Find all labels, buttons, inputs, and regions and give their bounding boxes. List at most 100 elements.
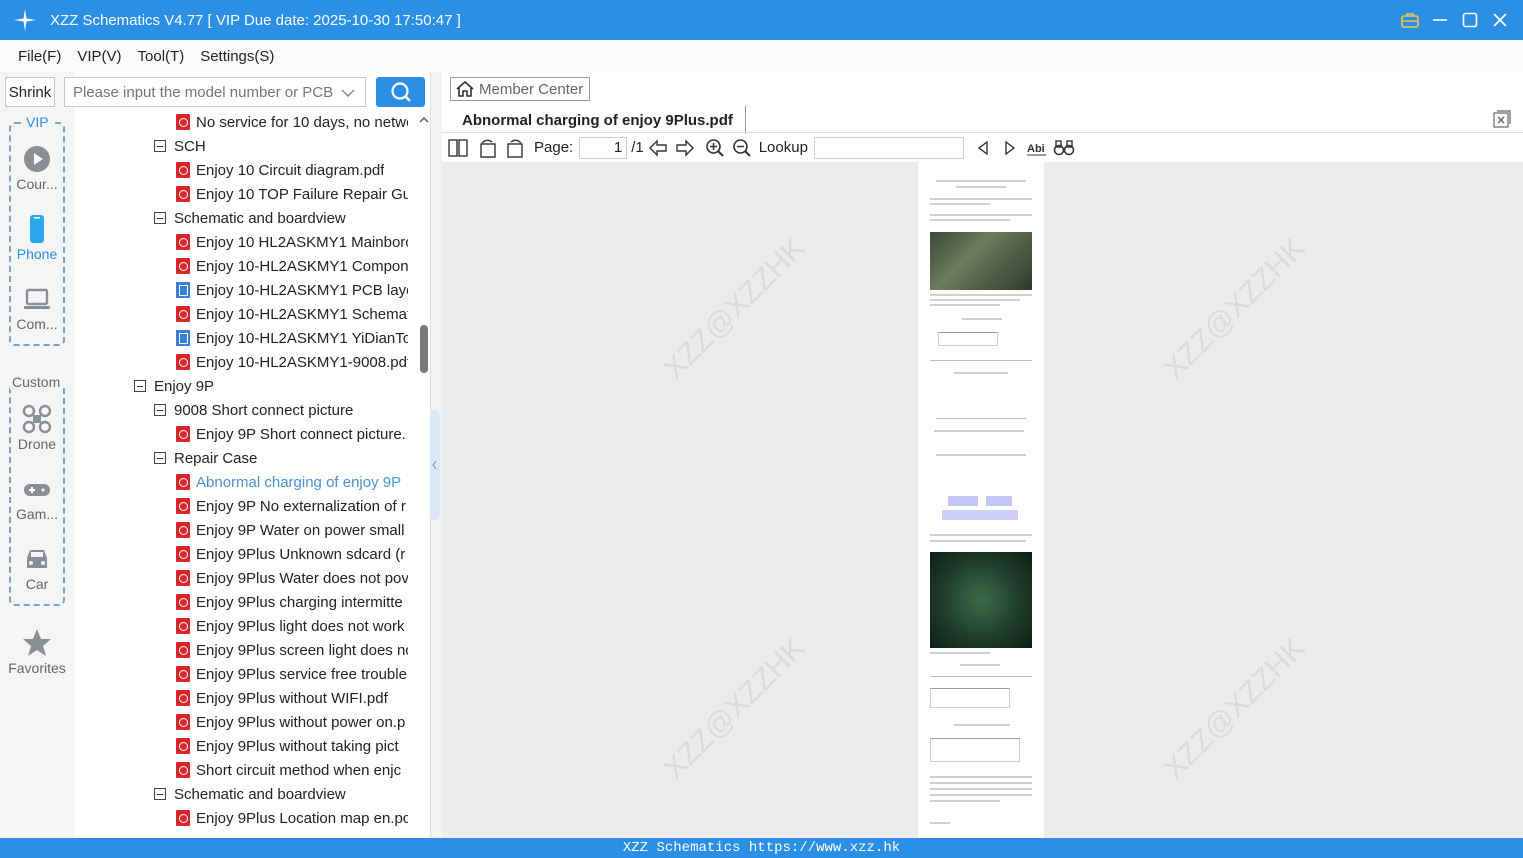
tree-item-label: Enjoy 9Plus Unknown sdcard (r — [196, 545, 406, 563]
pdf-viewer[interactable]: XZZ@XZZHK XZZ@XZZHK XZZ@XZZHK XZZ@XZZHK — [442, 162, 1523, 838]
tree-item-label: Enjoy 10-HL2ASKMY1-9008.pdf — [196, 353, 408, 371]
tree-file[interactable]: Enjoy 9P Water on power small — [176, 518, 408, 542]
close-icon[interactable] — [1491, 11, 1509, 29]
page-number-input[interactable]: 1 — [579, 136, 628, 159]
tree-file[interactable]: Enjoy 10 Circuit diagram.pdf — [176, 158, 408, 182]
tree-file[interactable]: Enjoy 9Plus screen light does nc — [176, 638, 408, 662]
tree-file[interactable]: Enjoy 9P Short connect picture. — [176, 422, 408, 446]
tree-file[interactable]: Enjoy 9Plus Water does not pov — [176, 566, 408, 590]
tree-file[interactable]: Enjoy 9Plus without WIFI.pdf — [176, 686, 408, 710]
tree-file[interactable]: Abnormal charging of enjoy 9P — [176, 470, 408, 494]
tree-file[interactable]: Enjoy 9Plus charging intermitte — [176, 590, 408, 614]
tree-item-label: Enjoy 9P Water on power small — [196, 521, 405, 539]
rail-item-favorites[interactable]: Favorites — [0, 628, 74, 676]
collapse-icon[interactable] — [154, 140, 166, 152]
tree-file[interactable]: Enjoy 10-HL2ASKMY1 YiDianTo — [176, 326, 408, 350]
lookup-input[interactable] — [813, 136, 964, 159]
collapse-icon[interactable] — [134, 380, 146, 392]
tree-item-label: Enjoy 10-HL2ASKMY1 Compone — [196, 257, 408, 275]
model-search-combobox[interactable] — [64, 77, 366, 107]
collapse-icon[interactable] — [154, 788, 166, 800]
rotate-left-icon[interactable] — [477, 137, 499, 159]
tree-item-label: Enjoy 9Plus without power on.p — [196, 713, 406, 731]
match-case-icon[interactable]: Abi — [1026, 137, 1048, 159]
tree-item-label: 9008 Short connect picture — [174, 401, 354, 419]
rail-item-games[interactable]: Gam... — [0, 474, 74, 522]
tree-folder[interactable]: Schematic and boardview — [154, 206, 408, 230]
menu-settings[interactable]: Settings(S) — [200, 48, 274, 65]
watermark: XZZ@XZZHK — [1157, 231, 1312, 386]
tree-file[interactable]: Enjoy 9Plus Unknown sdcard (r — [176, 542, 408, 566]
collapse-panel-tab[interactable] — [430, 410, 440, 520]
tree-file[interactable]: Enjoy 10-HL2ASKMY1-9008.pdf — [176, 350, 408, 374]
vip-bag-icon[interactable] — [1401, 11, 1419, 29]
tree-scrollbar[interactable] — [418, 110, 430, 838]
tree-item-label: Short circuit method when enjc — [196, 761, 402, 779]
rail-item-label: Gam... — [15, 506, 58, 522]
app-logo-icon — [0, 0, 50, 40]
tree-file[interactable]: No service for 10 days, no netwo — [176, 110, 408, 134]
tree-folder[interactable]: Repair Case — [154, 446, 408, 470]
find-prev-icon[interactable] — [972, 137, 994, 159]
tree-file[interactable]: Enjoy 10-HL2ASKMY1 Schemati — [176, 302, 408, 326]
rotate-right-icon[interactable] — [504, 137, 526, 159]
tree-folder[interactable]: SCH — [154, 134, 408, 158]
page-total: /1 — [631, 139, 644, 156]
tree-file[interactable]: Enjoy 9Plus light does not work — [176, 614, 408, 638]
tree-scroll-thumb[interactable] — [420, 325, 428, 373]
pdf-file-icon — [176, 474, 190, 490]
close-document-icon[interactable] — [1493, 110, 1511, 128]
rail-item-phone[interactable]: Phone — [0, 214, 74, 262]
find-all-icon[interactable] — [1053, 137, 1075, 159]
maximize-icon[interactable] — [1461, 11, 1479, 29]
document-pane: Member Center Abnormal charging of enjoy… — [442, 72, 1523, 838]
collapse-icon[interactable] — [154, 452, 166, 464]
menu-file[interactable]: File(F) — [18, 48, 61, 65]
rail-item-computer[interactable]: Com... — [0, 284, 74, 332]
minimize-icon[interactable] — [1431, 11, 1449, 29]
pdf-file-icon — [176, 546, 190, 562]
menu-vip[interactable]: VIP(V) — [77, 48, 121, 65]
tree-item-label: Enjoy 9Plus Water does not pov — [196, 569, 408, 587]
find-next-icon[interactable] — [999, 137, 1021, 159]
tree-file[interactable]: Enjoy 10-HL2ASKMY1 Compone — [176, 254, 408, 278]
two-page-view-icon[interactable] — [447, 137, 469, 159]
tree-item-label: Enjoy 9Plus without WIFI.pdf — [196, 689, 388, 707]
tree-file[interactable]: Short circuit method when enjc — [176, 758, 408, 782]
search-input[interactable] — [73, 83, 333, 101]
pdf-file-icon — [176, 162, 190, 178]
rail-item-drone[interactable]: Drone — [0, 404, 74, 452]
rail-item-car[interactable]: Car — [0, 544, 74, 592]
tree-item-label: Enjoy 9P Short connect picture. — [196, 425, 406, 443]
rail-item-courses[interactable]: Cour... — [0, 144, 74, 192]
collapse-icon[interactable] — [154, 404, 166, 416]
tree-folder[interactable]: Enjoy 9P — [134, 374, 408, 398]
tree-item-label: Enjoy 9P — [154, 377, 215, 395]
shrink-button[interactable]: Shrink — [5, 77, 55, 107]
tree-file[interactable]: Enjoy 9Plus Location map en.pc — [176, 806, 408, 830]
zoom-out-icon[interactable] — [731, 137, 753, 159]
prev-page-icon[interactable] — [647, 137, 669, 159]
tab-document[interactable]: Abnormal charging of enjoy 9Plus.pdf — [450, 106, 746, 134]
tree-folder[interactable]: Schematic and boardview — [154, 782, 408, 806]
menu-tool[interactable]: Tool(T) — [138, 48, 185, 65]
tree-file[interactable]: Enjoy 9Plus without taking pict — [176, 734, 408, 758]
car-icon — [27, 550, 47, 568]
tree-file[interactable]: Enjoy 10 TOP Failure Repair Gui — [176, 182, 408, 206]
tree-file[interactable]: Enjoy 10-HL2ASKMY1 PCB layer — [176, 278, 408, 302]
tree-file[interactable]: Enjoy 9Plus service free trouble: — [176, 662, 408, 686]
member-center-button[interactable]: Member Center — [450, 77, 591, 101]
tree-file[interactable]: Enjoy 10 HL2ASKMY1 Mainborc — [176, 230, 408, 254]
next-page-icon[interactable] — [674, 137, 696, 159]
collapse-icon[interactable] — [154, 212, 166, 224]
chevron-down-icon[interactable] — [341, 88, 355, 98]
pdf-file-icon — [176, 690, 190, 706]
tree-file[interactable]: Enjoy 9P No externalization of r — [176, 494, 408, 518]
tree-file[interactable]: Enjoy 9Plus without power on.p — [176, 710, 408, 734]
tree-item-label: Repair Case — [174, 449, 258, 467]
zoom-in-icon[interactable] — [704, 137, 726, 159]
boardview-file-icon — [176, 330, 190, 346]
search-button[interactable] — [376, 77, 425, 107]
tree-folder[interactable]: 9008 Short connect picture — [154, 398, 408, 422]
scroll-up-icon[interactable] — [418, 114, 430, 126]
